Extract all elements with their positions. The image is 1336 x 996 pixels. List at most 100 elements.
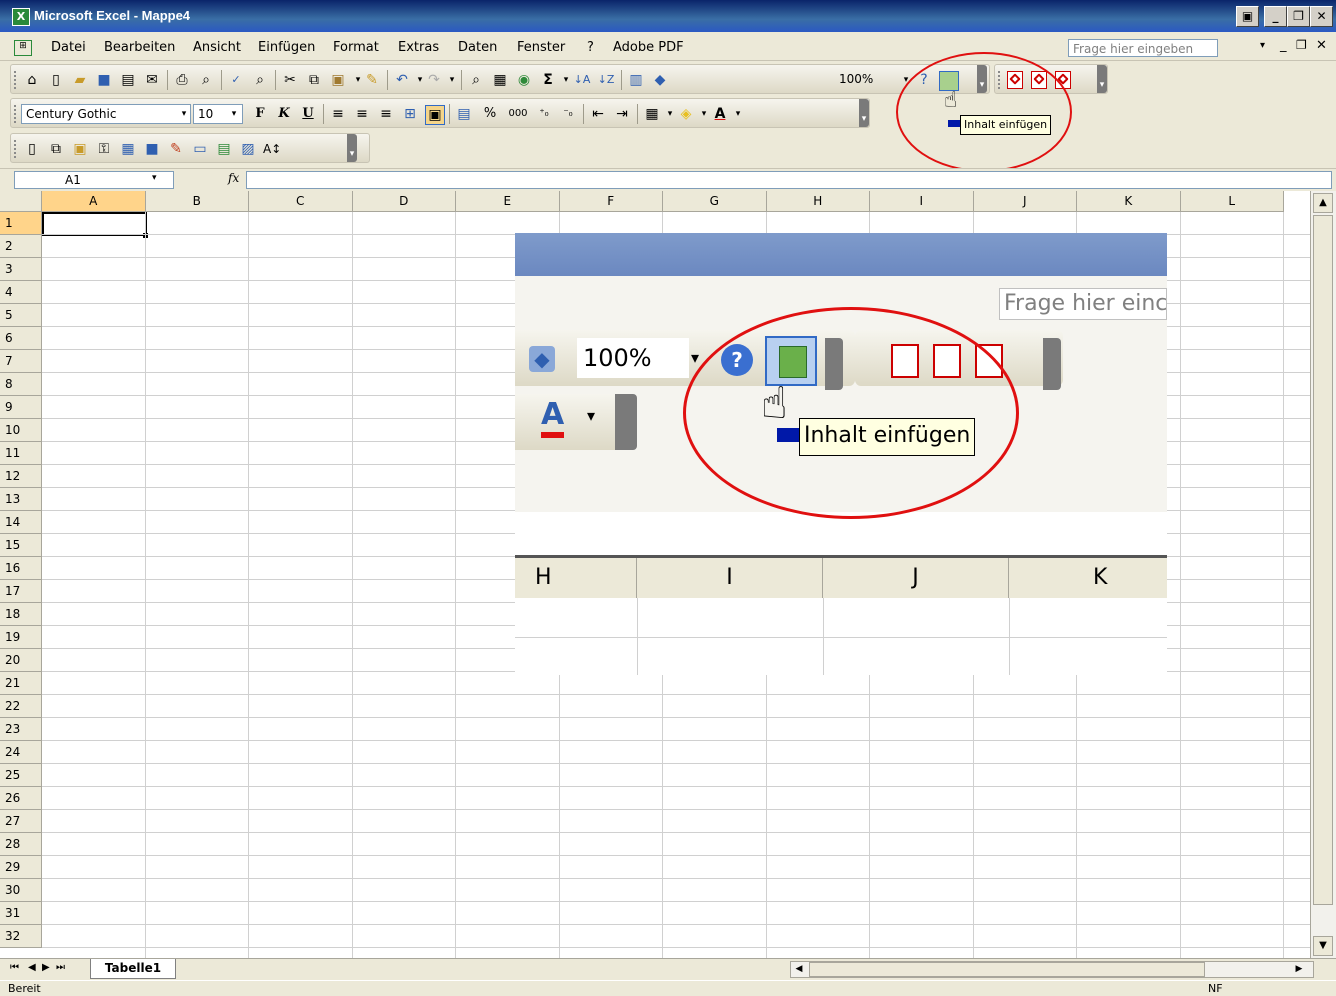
- row-header-14[interactable]: 14: [0, 511, 42, 534]
- sheet-icon[interactable]: ▤: [215, 140, 233, 158]
- toolbar-options-button[interactable]: ▾: [1097, 65, 1107, 93]
- spelling-icon[interactable]: ✓: [227, 71, 245, 89]
- toolbar-options-button[interactable]: ▾: [347, 134, 357, 162]
- email-icon[interactable]: ✉: [143, 71, 161, 89]
- function-icon[interactable]: fx: [228, 171, 239, 185]
- column-header-g[interactable]: G: [663, 191, 767, 212]
- drawing-icon[interactable]: ◆: [651, 71, 669, 89]
- help-dropdown-icon[interactable]: ▾: [1260, 40, 1265, 51]
- menu-datei[interactable]: Datei: [51, 40, 86, 55]
- scroll-left-button[interactable]: ◀: [791, 962, 807, 977]
- decrease-decimal-icon[interactable]: ⁻₀: [559, 105, 577, 123]
- print-preview-icon[interactable]: ⌕: [197, 71, 215, 89]
- lock-icon[interactable]: ▣: [425, 105, 445, 125]
- sheet-tab-tabelle1[interactable]: Tabelle1: [90, 959, 176, 979]
- redo-dropdown-icon[interactable]: ▾: [443, 71, 461, 89]
- menu-ansicht[interactable]: Ansicht: [193, 40, 241, 55]
- thousands-button[interactable]: 000: [505, 105, 531, 123]
- font-color-dropdown-icon[interactable]: ▾: [729, 105, 747, 123]
- fill-color-icon[interactable]: ◈: [677, 105, 695, 123]
- column-header-f[interactable]: F: [559, 191, 663, 212]
- scroll-right-button[interactable]: ▶: [1291, 962, 1307, 977]
- increase-indent-icon[interactable]: ⇥: [613, 105, 631, 123]
- sort-asc-icon[interactable]: ↓A: [573, 71, 591, 89]
- font-color-icon[interactable]: A: [711, 105, 729, 123]
- column-header-b[interactable]: B: [145, 191, 249, 212]
- column-header-k[interactable]: K: [1077, 191, 1181, 212]
- menu-format[interactable]: Format: [333, 40, 379, 55]
- row-header-3[interactable]: 3: [0, 258, 42, 281]
- save-icon[interactable]: ■: [95, 71, 113, 89]
- doc-restore-button[interactable]: ❐: [1296, 38, 1307, 52]
- active-cell[interactable]: [42, 212, 147, 236]
- row-header-19[interactable]: 19: [0, 626, 42, 649]
- format-painter-icon[interactable]: ✎: [363, 71, 381, 89]
- font-size-dropdown-icon[interactable]: ▾: [225, 105, 243, 123]
- row-header-6[interactable]: 6: [0, 327, 42, 350]
- row-header-31[interactable]: 31: [0, 902, 42, 925]
- new-icon[interactable]: ▯: [47, 71, 65, 89]
- decrease-indent-icon[interactable]: ⇤: [589, 105, 607, 123]
- column-header-e[interactable]: E: [456, 191, 560, 212]
- row-header-18[interactable]: 18: [0, 603, 42, 626]
- column-header-d[interactable]: D: [352, 191, 456, 212]
- copy-window-icon[interactable]: ⧉: [47, 140, 65, 158]
- row-header-27[interactable]: 27: [0, 810, 42, 833]
- column-header-c[interactable]: C: [249, 191, 353, 212]
- maximize-button[interactable]: ❐: [1287, 6, 1310, 27]
- row-header-30[interactable]: 30: [0, 879, 42, 902]
- menu-fenster[interactable]: Fenster: [517, 40, 565, 55]
- menu-help[interactable]: ?: [587, 40, 594, 55]
- vertical-scrollbar[interactable]: ▲ ▼: [1310, 191, 1336, 958]
- column-header-l[interactable]: L: [1180, 191, 1284, 212]
- copy-icon[interactable]: ⧉: [305, 71, 323, 89]
- last-sheet-icon[interactable]: ⏭: [56, 962, 65, 973]
- prev-sheet-icon[interactable]: ◀: [28, 962, 36, 973]
- row-header-13[interactable]: 13: [0, 488, 42, 511]
- hscroll-thumb[interactable]: [809, 962, 1205, 977]
- row-header-17[interactable]: 17: [0, 580, 42, 603]
- row-header-9[interactable]: 9: [0, 396, 42, 419]
- row-header-32[interactable]: 32: [0, 925, 42, 948]
- column-header-h[interactable]: H: [766, 191, 870, 212]
- font-select[interactable]: Century Gothic: [21, 104, 191, 124]
- font-dropdown-icon[interactable]: ▾: [175, 105, 193, 123]
- row-header-10[interactable]: 10: [0, 419, 42, 442]
- row-header-7[interactable]: 7: [0, 350, 42, 373]
- scroll-down-button[interactable]: ▼: [1313, 936, 1333, 956]
- excel-icon[interactable]: X: [12, 8, 30, 26]
- column-header-a[interactable]: A: [42, 191, 146, 212]
- sort-desc-icon[interactable]: ↓Z: [597, 71, 615, 89]
- cut-icon[interactable]: ✂: [281, 71, 299, 89]
- row-header-11[interactable]: 11: [0, 442, 42, 465]
- menu-daten[interactable]: Daten: [458, 40, 497, 55]
- name-box[interactable]: A1: [14, 171, 174, 189]
- lock-icon[interactable]: ▣: [71, 140, 89, 158]
- toolbar-options-button[interactable]: ▾: [859, 99, 869, 127]
- open-icon[interactable]: ▰: [71, 71, 89, 89]
- bold-button[interactable]: F: [251, 105, 269, 123]
- menu-extras[interactable]: Extras: [398, 40, 439, 55]
- select-all-corner[interactable]: [0, 191, 42, 212]
- underline-button[interactable]: U: [299, 105, 317, 123]
- undo-icon[interactable]: ↶: [393, 71, 411, 89]
- hyperlink-icon[interactable]: ◉: [515, 71, 533, 89]
- autosum-icon[interactable]: Σ: [539, 71, 557, 89]
- row-header-24[interactable]: 24: [0, 741, 42, 764]
- row-header-21[interactable]: 21: [0, 672, 42, 695]
- row-header-4[interactable]: 4: [0, 281, 42, 304]
- first-sheet-icon[interactable]: ⏮: [10, 962, 19, 973]
- row-header-29[interactable]: 29: [0, 856, 42, 879]
- align-center-icon[interactable]: ≡: [353, 105, 371, 123]
- column-header-i[interactable]: I: [870, 191, 974, 212]
- print-icon[interactable]: ⎙: [173, 71, 191, 89]
- home-icon[interactable]: ⌂: [23, 71, 41, 89]
- paste-icon[interactable]: ▣: [329, 71, 347, 89]
- row-header-1[interactable]: 1: [0, 212, 42, 235]
- minimize-button[interactable]: _: [1264, 6, 1287, 27]
- form-icon[interactable]: ▦: [491, 71, 509, 89]
- row-header-12[interactable]: 12: [0, 465, 42, 488]
- name-box-dropdown-icon[interactable]: ▾: [152, 173, 157, 183]
- restore-toolbars-icon[interactable]: ▣: [1236, 6, 1259, 27]
- merge-center-icon[interactable]: ⊞: [401, 105, 419, 123]
